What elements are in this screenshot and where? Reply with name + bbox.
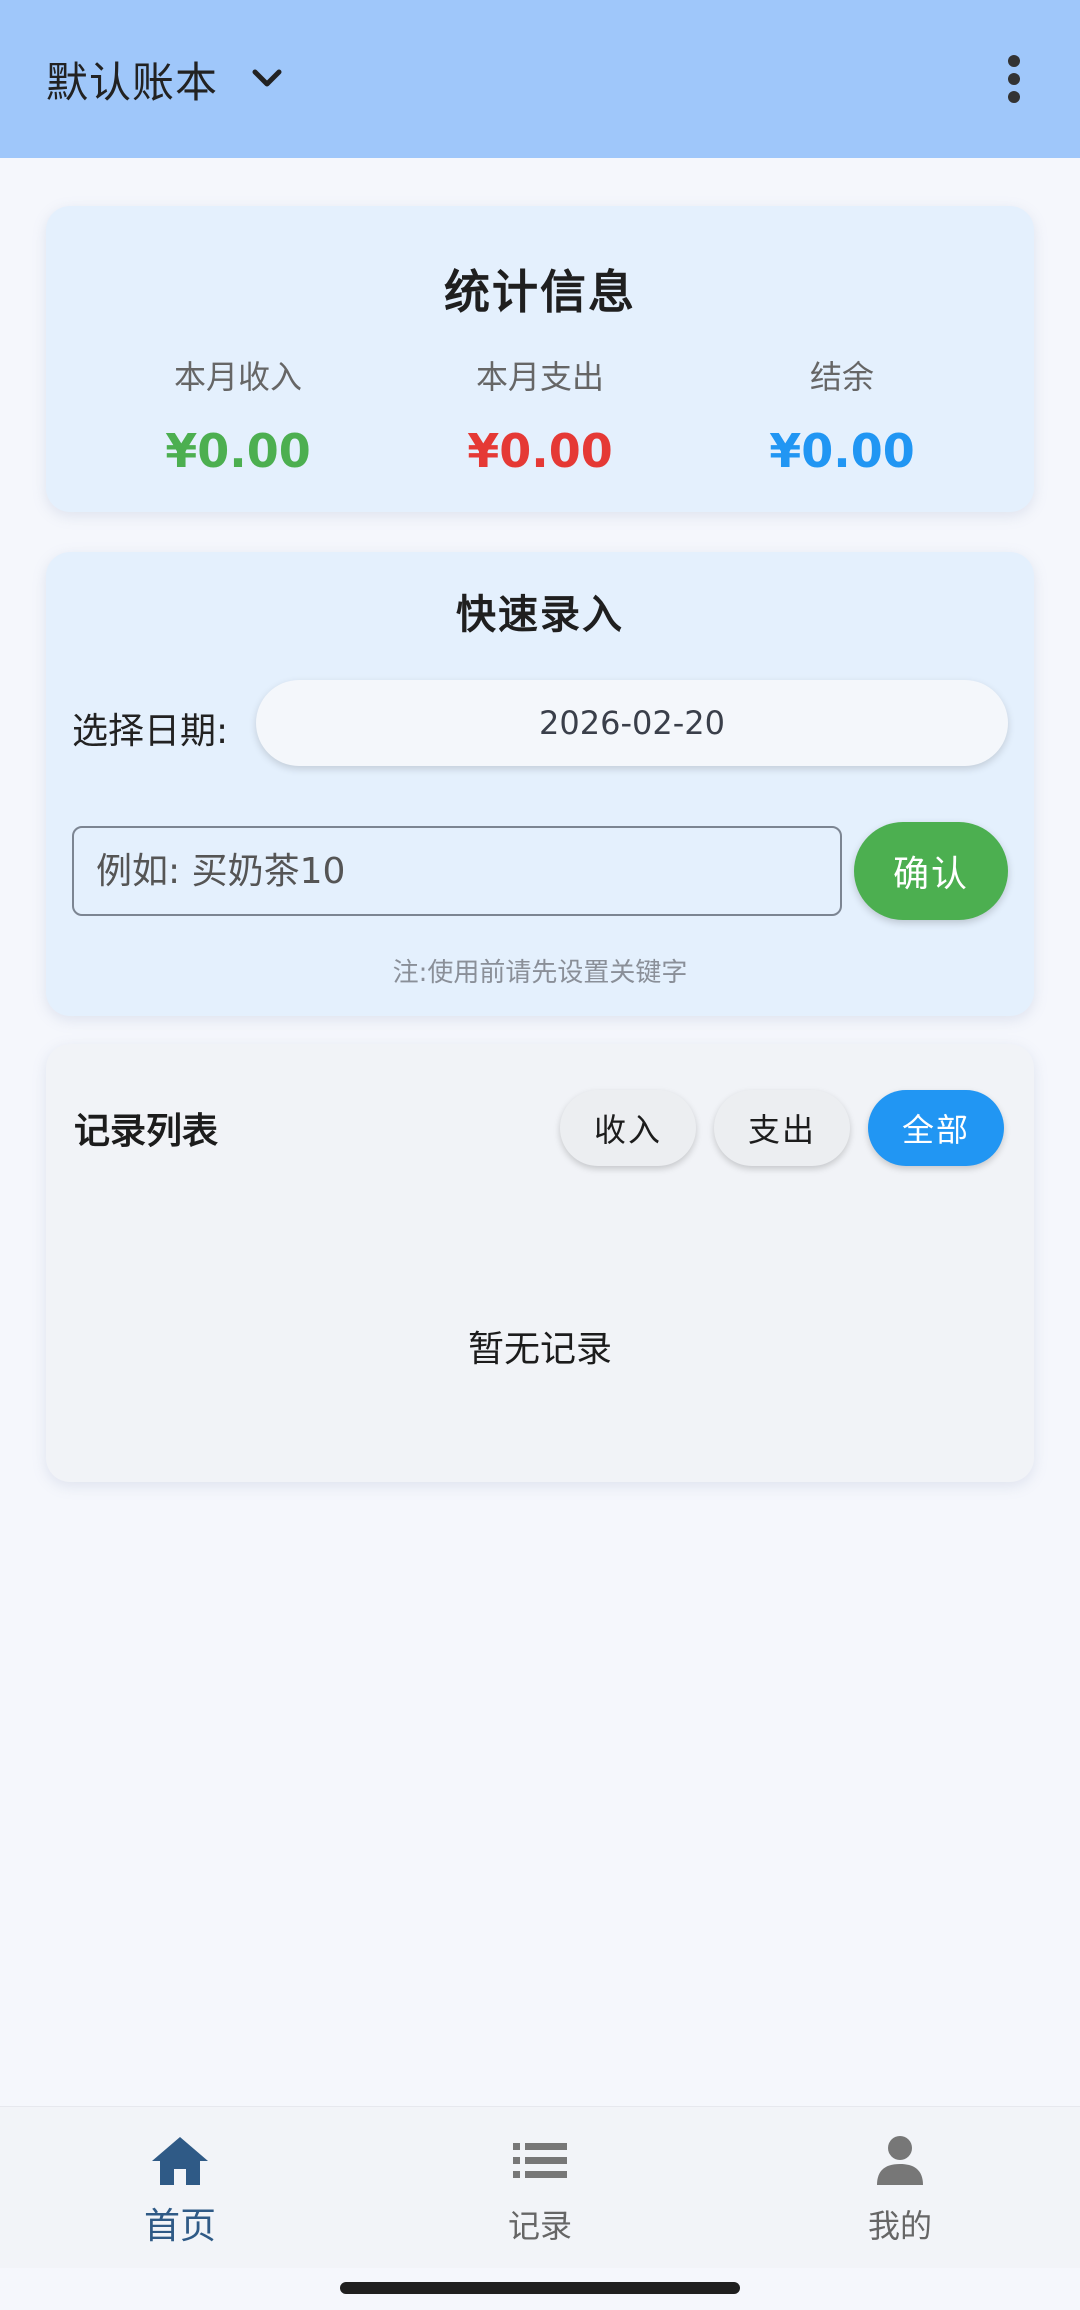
list-icon [440,2131,640,2191]
confirm-button[interactable]: 确认 [854,822,1008,920]
home-icon [80,2131,280,2191]
stat-income-label: 本月收入 [173,358,302,396]
date-label: 选择日期: [72,711,229,752]
empty-state-text: 暂无记录 [467,1329,612,1370]
app-bar: 默认账本 [0,0,1080,158]
keyword-note: 注:使用前请先设置关键字 [392,958,688,988]
stat-income: 本月收入 ¥0.00 [88,352,388,478]
nav-label-profile: 我的 [867,2207,932,2245]
stat-income-value: ¥0.00 [165,424,311,478]
stat-expense-label: 本月支出 [475,358,604,396]
date-picker-button[interactable]: 2026-02-20 [256,680,1008,766]
records-title: 记录列表 [74,1111,219,1152]
chevron-down-icon[interactable] [252,69,282,89]
stat-expense: 本月支出 ¥0.00 [390,352,690,478]
filter-expense-button[interactable]: 支出 [714,1090,850,1166]
stat-balance: 结余 ¥0.00 [692,352,992,478]
stat-balance-label: 结余 [809,358,874,396]
stat-expense-value: ¥0.00 [467,424,613,478]
stats-title: 统计信息 [444,265,636,319]
entry-input[interactable] [96,850,840,892]
nav-label-records: 记录 [507,2207,572,2245]
person-icon [800,2131,1000,2191]
stat-balance-value: ¥0.00 [769,424,915,478]
ledger-selector[interactable]: 默认账本 [46,49,282,110]
entry-input-container[interactable] [72,826,842,916]
nav-item-home[interactable]: 首页 [80,2131,280,2249]
more-vert-icon[interactable] [994,54,1034,104]
ledger-title: 默认账本 [46,57,219,107]
home-indicator [340,2282,740,2294]
quick-entry-title: 快速录入 [456,592,624,638]
nav-item-profile[interactable]: 我的 [800,2131,1000,2247]
quick-entry-card: 快速录入 选择日期: 2026-02-20 确认 注:使用前请先设置关键字 [46,552,1034,1016]
records-card: 记录列表 收入 支出 全部 暂无记录 [46,1044,1034,1482]
nav-label-home: 首页 [143,2206,216,2247]
filter-income-button[interactable]: 收入 [560,1090,696,1166]
filter-all-button[interactable]: 全部 [868,1090,1004,1166]
stats-card: 统计信息 本月收入 ¥0.00 本月支出 ¥0.00 结余 ¥0.00 [46,206,1034,512]
nav-item-records[interactable]: 记录 [440,2131,640,2247]
bottom-nav: 首页 记录 我的 [0,2106,1080,2268]
